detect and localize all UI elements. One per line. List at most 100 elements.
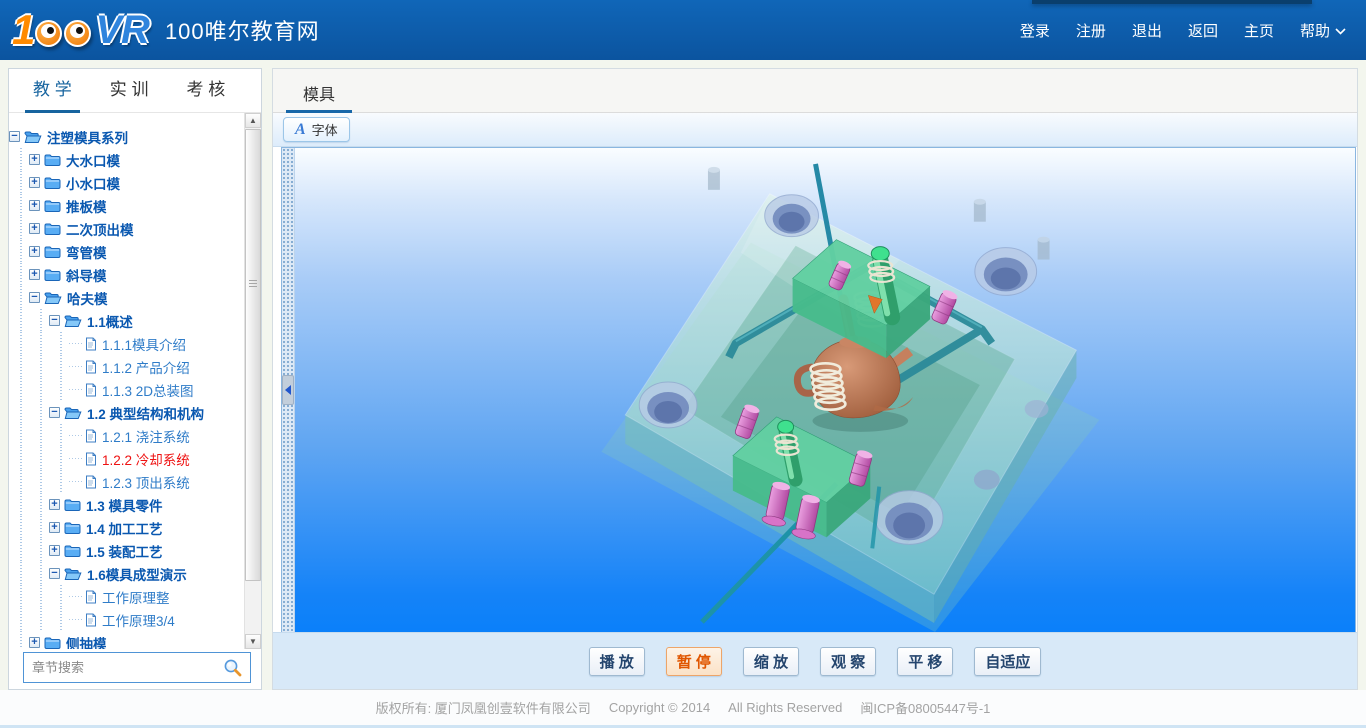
tree-guide-line [49, 378, 69, 401]
sidebar-tab-teaching[interactable]: 教 学 [29, 69, 76, 112]
viewer-toolbar: A 字体 [273, 113, 1357, 147]
collapse-minus-icon[interactable]: − [49, 568, 60, 579]
tree-guide-line [49, 608, 69, 631]
collapse-minus-icon[interactable]: − [29, 292, 40, 303]
play-button[interactable]: 播 放 [589, 647, 645, 676]
expand-plus-icon[interactable]: + [49, 545, 60, 556]
font-button[interactable]: A 字体 [283, 117, 350, 142]
collapse-sidebar-handle[interactable] [282, 375, 294, 405]
course-tree: −注塑模具系列+大水口模+小水口模+推板模+二次顶出模+弯管模+斜导模−哈夫模−… [9, 113, 244, 649]
sidebar-tab-assessment[interactable]: 考 核 [182, 69, 229, 112]
expand-plus-icon[interactable]: + [29, 223, 40, 234]
tree-connector [69, 619, 83, 620]
tree-item[interactable]: 1.2.3 顶出系统 [9, 470, 244, 493]
scroll-down-icon[interactable]: ▼ [245, 634, 261, 649]
tree-item-label: 斜导模 [66, 265, 107, 285]
zoom-button[interactable]: 缩 放 [743, 647, 799, 676]
collapse-minus-icon[interactable]: − [49, 315, 60, 326]
tree-item[interactable]: +1.5 装配工艺 [9, 539, 244, 562]
tree-item-label: 1.5 装配工艺 [86, 541, 163, 561]
tree-guide-line [9, 401, 29, 424]
sidebar-tab-training[interactable]: 实 训 [106, 69, 153, 112]
tree-item[interactable]: +小水口模 [9, 171, 244, 194]
tree-item[interactable]: −注塑模具系列 [9, 125, 244, 148]
pan-button[interactable]: 平 移 [897, 647, 953, 676]
scroll-up-icon[interactable]: ▲ [245, 113, 261, 128]
expand-plus-icon[interactable]: + [29, 246, 40, 257]
collapse-minus-icon[interactable]: − [9, 131, 20, 142]
chevron-down-icon [1335, 22, 1346, 39]
tree-connector [69, 366, 83, 367]
folder-icon [64, 544, 81, 557]
nav-link-back[interactable]: 返回 [1188, 20, 1218, 41]
tree-item-label: 侧抽模 [66, 633, 107, 650]
tree-item[interactable]: +弯管模 [9, 240, 244, 263]
expand-plus-icon[interactable]: + [49, 522, 60, 533]
tree-item[interactable]: + 大水口模 [9, 148, 244, 171]
nav-link-help[interactable]: 帮助 [1300, 20, 1346, 41]
tree-item[interactable]: +推板模 [9, 194, 244, 217]
expand-plus-icon[interactable]: + [29, 200, 40, 211]
tree-item-label: 1.2.2 冷却系统 [102, 449, 190, 469]
tree-item[interactable]: 1.1.1模具介绍 [9, 332, 244, 355]
tab-mold[interactable]: 模具 [283, 69, 355, 112]
tree-item[interactable]: 1.2.2 冷却系统 [9, 447, 244, 470]
expand-plus-icon[interactable]: + [29, 154, 40, 165]
expand-plus-icon[interactable]: + [29, 637, 40, 648]
course-sidebar: 教 学实 训考 核 −注塑模具系列 + 大水口模+小水口模+推板模+二次顶出模+弯管… [8, 68, 262, 690]
autofit-button[interactable]: 自适应 [974, 647, 1041, 676]
top-header: 1 VR 100唯尔教育网 登录 注册 退出 返回 主页 帮助 [0, 0, 1366, 60]
injection-mold-3d-model[interactable] [282, 148, 1355, 633]
site-title: 100唯尔教育网 [165, 14, 320, 46]
nav-link-logout[interactable]: 退出 [1132, 20, 1162, 41]
tree-guide-line [9, 171, 29, 194]
chapter-search-input[interactable] [24, 660, 223, 675]
tree-guide-line [29, 539, 49, 562]
tree-item[interactable]: −1.2 典型结构和机构 [9, 401, 244, 424]
tree-scrollbar[interactable]: ▲ ▼ [244, 113, 261, 649]
tree-item[interactable]: 工作原理3/4 [9, 608, 244, 631]
tree-item[interactable]: −哈夫模 [9, 286, 244, 309]
observe-button[interactable]: 观 察 [820, 647, 876, 676]
tree-item[interactable]: 工作原理整 [9, 585, 244, 608]
sidebar-splitter[interactable] [282, 148, 295, 633]
viewer-controls: 播 放暂 停缩 放观 察平 移自适应 [273, 632, 1357, 689]
expand-plus-icon[interactable]: + [29, 269, 40, 280]
corner-bore [875, 491, 943, 545]
tree-item-label: 大水口模 [66, 150, 120, 170]
nav-link-home[interactable]: 主页 [1244, 20, 1274, 41]
pause-button[interactable]: 暂 停 [666, 647, 722, 676]
tree-guide-line [49, 332, 69, 355]
tree-item-label: 1.4 加工工艺 [86, 518, 163, 538]
font-button-label: 字体 [312, 120, 338, 139]
model-viewer[interactable] [281, 147, 1356, 634]
tree-guide-line [29, 608, 49, 631]
nav-link-register[interactable]: 注册 [1076, 20, 1106, 41]
tree-item[interactable]: +二次顶出模 [9, 217, 244, 240]
magnifier-icon[interactable] [223, 658, 243, 678]
tree-item-label: 工作原理3/4 [102, 610, 175, 630]
nav-link-label: 帮助 [1300, 20, 1330, 41]
tree-item[interactable]: 1.1.2 产品介绍 [9, 355, 244, 378]
expand-plus-icon[interactable]: + [29, 177, 40, 188]
tree-guide-line [9, 286, 29, 309]
tree-item[interactable]: + 侧抽模 [9, 631, 244, 649]
content-tabs: 模具 [273, 69, 1357, 113]
tree-guide-line [9, 424, 29, 447]
tree-item[interactable]: 1.2.1 浇注系统 [9, 424, 244, 447]
tree-item[interactable]: −1.1概述 [9, 309, 244, 332]
tree-guide-line [29, 562, 49, 585]
tree-item[interactable]: + 斜导模 [9, 263, 244, 286]
site-logo[interactable]: 1 VR 100唯尔教育网 [12, 0, 320, 60]
scrollbar-thumb[interactable] [245, 129, 261, 581]
tree-item[interactable]: 1.1.3 2D总装图 [9, 378, 244, 401]
tree-guide-line [9, 539, 29, 562]
nav-link-login[interactable]: 登录 [1020, 20, 1050, 41]
nav-link-label: 主页 [1244, 20, 1274, 41]
tree-item[interactable]: +1.3 模具零件 [9, 493, 244, 516]
expand-plus-icon[interactable]: + [49, 499, 60, 510]
tree-item[interactable]: +1.4 加工工艺 [9, 516, 244, 539]
corner-bore [639, 382, 697, 428]
collapse-minus-icon[interactable]: − [49, 407, 60, 418]
tree-item[interactable]: −1.6模具成型演示 [9, 562, 244, 585]
